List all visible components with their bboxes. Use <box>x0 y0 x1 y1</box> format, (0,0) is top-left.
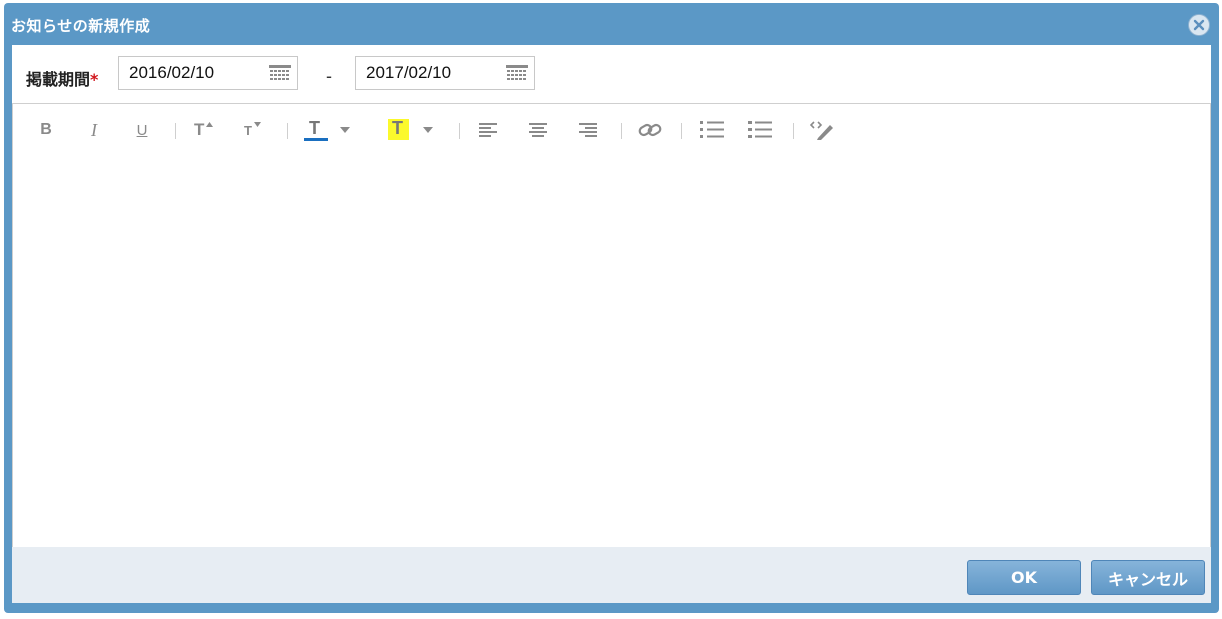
ordered-list-icon <box>700 121 724 138</box>
toolbar-separator <box>621 123 622 139</box>
toolbar-separator <box>175 123 176 139</box>
align-left-button[interactable] <box>477 119 499 141</box>
align-center-icon <box>529 123 547 137</box>
calendar-icon[interactable] <box>506 65 528 82</box>
end-date-field[interactable] <box>355 56 535 90</box>
triangle-down-icon <box>254 122 261 127</box>
unordered-list-icon <box>748 121 772 138</box>
close-icon[interactable] <box>1188 14 1210 36</box>
font-size-increase-glyph: T <box>194 120 205 139</box>
required-mark: * <box>90 70 99 89</box>
toolbar-separator <box>681 123 682 139</box>
source-edit-icon <box>810 121 833 140</box>
chevron-down-icon <box>423 127 433 133</box>
date-separator: - <box>326 66 332 86</box>
triangle-up-icon <box>206 122 213 127</box>
italic-button[interactable]: I <box>83 119 105 141</box>
period-label: 掲載期間* <box>26 66 98 90</box>
toolbar-separator <box>793 123 794 139</box>
link-button[interactable] <box>637 119 663 141</box>
text-color-button[interactable]: T <box>301 118 359 141</box>
underline-icon: U <box>136 121 148 139</box>
ok-button[interactable]: OK <box>967 560 1081 595</box>
font-size-decrease-icon: T <box>240 120 264 140</box>
editor-toolbar: B I U T T T T <box>13 104 1210 154</box>
start-date-input[interactable] <box>119 57 269 89</box>
font-size-increase-icon: T <box>192 120 216 140</box>
align-right-button[interactable] <box>577 119 599 141</box>
bold-button[interactable]: B <box>35 119 57 141</box>
dialog-content: 掲載期間* - <box>12 45 1211 550</box>
highlight-glyph: T <box>392 118 403 138</box>
link-icon <box>638 123 662 137</box>
highlight-color-icon: T <box>386 118 442 141</box>
period-row: 掲載期間* - <box>12 45 1211 103</box>
period-label-text: 掲載期間 <box>26 70 91 89</box>
source-edit-button[interactable] <box>809 119 835 141</box>
align-right-icon <box>579 123 597 137</box>
text-color-icon: T <box>302 118 358 141</box>
notice-dialog: お知らせの新規作成 掲載期間* - <box>4 3 1219 613</box>
dialog-footer: OK キャンセル <box>12 547 1211 603</box>
dialog-title: お知らせの新規作成 <box>11 17 151 35</box>
cancel-button[interactable]: キャンセル <box>1091 560 1205 595</box>
toolbar-separator <box>459 123 460 139</box>
italic-icon: I <box>91 119 97 140</box>
ordered-list-button[interactable] <box>699 119 725 141</box>
font-size-decrease-glyph: T <box>244 123 252 138</box>
start-date-field[interactable] <box>118 56 298 90</box>
text-color-glyph: T <box>309 118 320 138</box>
dialog-titlebar: お知らせの新規作成 <box>4 3 1219 45</box>
font-size-decrease-button[interactable]: T <box>239 119 265 141</box>
align-left-icon <box>479 123 497 137</box>
unordered-list-button[interactable] <box>747 119 773 141</box>
end-date-input[interactable] <box>356 57 506 89</box>
font-size-increase-button[interactable]: T <box>191 119 217 141</box>
editor-body[interactable] <box>13 154 1210 549</box>
underline-button[interactable]: U <box>131 119 153 141</box>
toolbar-separator <box>287 123 288 139</box>
chevron-down-icon <box>340 127 350 133</box>
calendar-icon[interactable] <box>269 65 291 82</box>
highlight-color-button[interactable]: T <box>385 118 443 141</box>
rich-text-editor[interactable]: B I U T T T T <box>12 103 1211 550</box>
align-center-button[interactable] <box>527 119 549 141</box>
text-color-swatch <box>304 138 328 141</box>
bold-icon: B <box>40 121 52 138</box>
